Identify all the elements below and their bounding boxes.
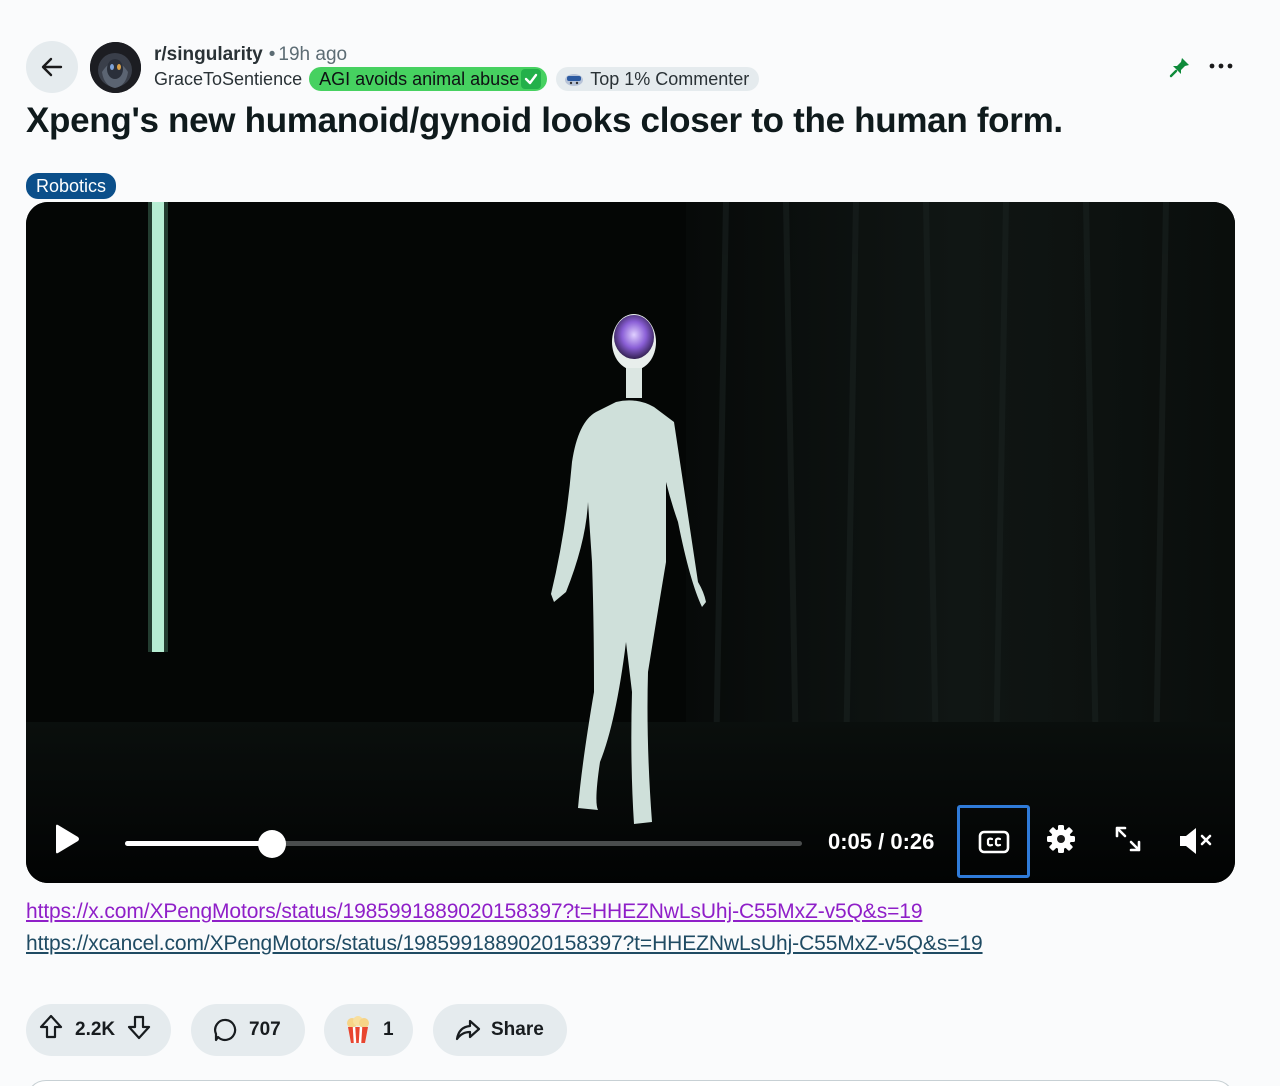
subreddit-avatar[interactable]	[90, 42, 141, 93]
settings-button[interactable]	[1045, 823, 1077, 860]
captions-button[interactable]	[957, 805, 1030, 878]
comments-button[interactable]: 707	[191, 1004, 305, 1056]
share-arrow-icon	[455, 1019, 481, 1041]
mute-button[interactable]	[1176, 824, 1214, 863]
progress-fill	[125, 841, 272, 846]
more-horizontal-icon	[1209, 63, 1233, 69]
upvote-button[interactable]	[37, 1013, 65, 1047]
post-meta-author: GraceToSentience AGI avoids animal abuse…	[154, 67, 760, 91]
x-link[interactable]: https://x.com/XPengMotors/status/1985991…	[26, 899, 923, 925]
downvote-button[interactable]	[125, 1013, 153, 1047]
top-commenter-badge: Top 1% Commenter	[556, 67, 760, 91]
meta-separator: •	[268, 44, 276, 65]
pin-icon[interactable]	[1169, 56, 1191, 83]
vote-bar: 2.2K	[26, 1004, 171, 1056]
post-time: 19h ago	[278, 44, 348, 65]
xcancel-link[interactable]: https://xcancel.com/XPengMotors/status/1…	[26, 931, 983, 957]
downvote-arrow-icon	[128, 1015, 151, 1040]
expand-icon	[1115, 826, 1141, 852]
award-button[interactable]: 1	[324, 1004, 413, 1056]
post-flair-tag[interactable]: Robotics	[26, 173, 117, 199]
comment-bubble-icon	[214, 1018, 237, 1042]
progress-scrubber[interactable]	[257, 830, 286, 858]
closed-captions-icon	[978, 830, 1009, 853]
upvote-arrow-icon	[39, 1014, 63, 1039]
vote-count: 2.2K	[75, 1019, 116, 1040]
gear-icon	[1047, 825, 1075, 853]
arrow-left-icon	[41, 57, 63, 77]
author-flair-text: AGI avoids animal abuse	[319, 69, 520, 89]
back-button[interactable]	[26, 41, 78, 93]
post-meta-top: r/singularity • 19h ago	[154, 43, 347, 67]
comment-input[interactable]	[26, 1080, 1235, 1086]
check-mark-icon	[521, 69, 542, 89]
video-progress-bar[interactable]	[125, 830, 802, 858]
post-title[interactable]: Xpeng's new humanoid/gynoid looks closer…	[26, 99, 1063, 143]
time-readout: 0:05 / 0:26	[828, 829, 935, 854]
author-flair: AGI avoids animal abuse	[309, 67, 548, 91]
comment-count: 707	[249, 1019, 281, 1040]
muted-speaker-icon	[1180, 828, 1212, 854]
fullscreen-button[interactable]	[1113, 824, 1143, 859]
more-options-button[interactable]	[1205, 56, 1237, 81]
video-frame	[26, 202, 1235, 883]
video-player[interactable]: 0:05 / 0:26	[26, 202, 1235, 883]
avatar-image	[90, 42, 141, 93]
author-link[interactable]: GraceToSentience	[154, 67, 302, 91]
play-button[interactable]	[50, 822, 82, 861]
share-label: Share	[491, 1019, 544, 1040]
top-commenter-label: Top 1% Commenter	[590, 69, 750, 89]
share-button[interactable]: Share	[433, 1004, 567, 1056]
commenter-badge-icon	[564, 71, 584, 87]
subreddit-link[interactable]: r/singularity	[154, 44, 263, 65]
play-icon	[56, 824, 79, 854]
award-count: 1	[383, 1019, 394, 1040]
popcorn-award-icon	[347, 1016, 369, 1044]
